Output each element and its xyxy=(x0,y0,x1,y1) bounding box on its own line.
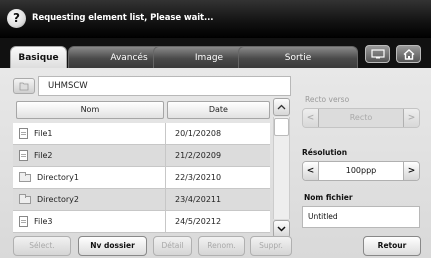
table-row[interactable]: File3 24/5/20212 xyxy=(13,211,270,233)
column-header-date[interactable]: Date xyxy=(166,101,270,119)
duplex-label: Recto verso xyxy=(305,95,350,104)
table-row[interactable]: Directory2 23/4/20211 xyxy=(13,189,270,211)
row-date: 23/4/20211 xyxy=(165,189,270,210)
row-name: File2 xyxy=(34,150,53,160)
duplex-value: Recto xyxy=(349,113,373,122)
chevron-up-icon xyxy=(277,104,286,110)
table-row[interactable]: File2 21/2/20209 xyxy=(13,145,270,167)
row-date: 24/5/20212 xyxy=(165,211,270,232)
file-icon xyxy=(19,216,28,227)
rename-button[interactable]: Renom. xyxy=(198,236,245,256)
duplex-spinner: < Recto > xyxy=(302,108,420,128)
display-icon xyxy=(370,49,385,59)
scrollbar-thumb[interactable] xyxy=(274,118,289,136)
column-header-name[interactable]: Nom xyxy=(16,101,164,119)
back-button[interactable]: Retour xyxy=(363,236,421,256)
home-button[interactable] xyxy=(396,45,421,63)
row-date: 21/2/20209 xyxy=(165,145,270,166)
question-icon: ? xyxy=(7,9,26,28)
duplex-prev-button: < xyxy=(303,109,319,127)
parent-folder-button[interactable] xyxy=(13,78,35,94)
select-button[interactable]: Sélect. xyxy=(13,236,71,256)
folder-icon xyxy=(19,193,31,204)
display-button[interactable] xyxy=(365,45,390,63)
chevron-down-icon xyxy=(277,226,286,232)
delete-button[interactable]: Suppr. xyxy=(250,236,292,256)
status-bar: ? Requesting element list, Please wait..… xyxy=(0,0,431,38)
table-header: Nom Date xyxy=(13,101,270,119)
folder-icon xyxy=(19,82,29,91)
new-folder-button[interactable]: Nv dossier xyxy=(78,236,147,256)
tab-basique[interactable]: Basique xyxy=(10,46,67,69)
row-name: Directory1 xyxy=(37,172,79,182)
resolution-value: 100ppp xyxy=(345,166,377,175)
file-icon xyxy=(19,128,28,139)
file-icon xyxy=(19,150,28,161)
scroll-up-button[interactable] xyxy=(273,98,290,116)
row-name: File3 xyxy=(34,216,53,226)
resolution-next-button[interactable]: > xyxy=(403,162,419,180)
detail-button[interactable]: Détail xyxy=(153,236,192,256)
resolution-prev-button[interactable]: < xyxy=(303,162,319,180)
row-date: 20/1/20208 xyxy=(165,123,270,144)
resolution-label: Résolution xyxy=(302,148,348,157)
folder-icon xyxy=(19,171,31,182)
home-icon xyxy=(403,49,414,60)
file-table: Nom Date File1 20/1/20208 File2 21/2/202… xyxy=(13,101,270,233)
row-name: Directory2 xyxy=(37,194,79,204)
tab-sortie[interactable]: Sortie xyxy=(238,46,358,68)
filename-label: Nom fichier xyxy=(304,193,353,202)
filename-input[interactable]: Untitled xyxy=(302,206,420,228)
status-message: Requesting element list, Please wait... xyxy=(32,13,214,23)
resolution-spinner: < 100ppp > xyxy=(302,161,420,181)
row-name: File1 xyxy=(34,128,53,138)
row-date: 22/3/20210 xyxy=(165,167,270,188)
path-field[interactable]: UHMSCW xyxy=(38,76,291,96)
duplex-next-button: > xyxy=(403,109,419,127)
table-row[interactable]: Directory1 22/3/20210 xyxy=(13,167,270,189)
table-row[interactable]: File1 20/1/20208 xyxy=(13,123,270,145)
